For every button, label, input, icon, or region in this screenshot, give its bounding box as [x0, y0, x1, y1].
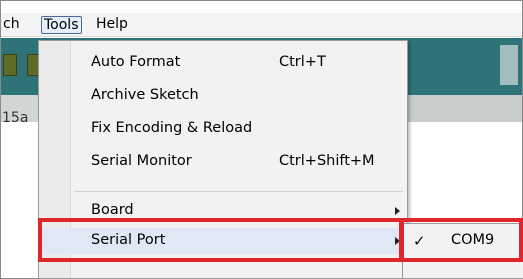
menu-item-label: Archive Sketch [91, 87, 199, 103]
menu-item-serial-monitor[interactable]: Serial Monitor Ctrl+Shift+M [39, 149, 407, 175]
highlight-box-serial-port [38, 218, 403, 262]
highlight-box-com9 [400, 218, 523, 262]
menu-item-label: Serial Monitor [91, 153, 192, 169]
menu-item-shortcut: Ctrl+T [279, 54, 326, 70]
menu-bar: ch Tools Help [1, 13, 522, 37]
menu-help[interactable]: Help [94, 16, 130, 34]
toolbar-button[interactable] [3, 54, 17, 76]
serial-monitor-button[interactable] [500, 45, 518, 85]
menu-tools[interactable]: Tools [41, 16, 82, 34]
menu-sketch[interactable]: ch [1, 16, 22, 34]
menu-item-label: Auto Format [91, 54, 181, 70]
menu-item-label: Fix Encoding & Reload [91, 120, 253, 136]
editor-text: 15a [2, 110, 29, 126]
menu-item-fix-encoding[interactable]: Fix Encoding & Reload [39, 116, 407, 142]
tab-row-right [402, 95, 522, 122]
submenu-arrow-icon [395, 207, 400, 215]
menu-separator [75, 191, 403, 192]
menu-item-auto-format[interactable]: Auto Format Ctrl+T [39, 50, 407, 76]
menu-item-shortcut: Ctrl+Shift+M [279, 153, 375, 169]
menu-item-archive-sketch[interactable]: Archive Sketch [39, 83, 407, 109]
menu-item-label: Board [91, 202, 134, 218]
